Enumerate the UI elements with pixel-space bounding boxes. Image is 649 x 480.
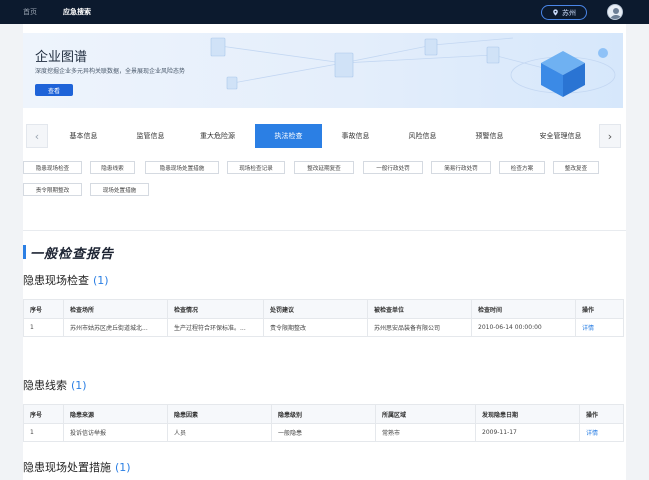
section-count: (1) — [115, 461, 131, 474]
chevron-right-icon: › — [607, 129, 613, 143]
city-label: 苏州 — [562, 8, 576, 17]
table-cell: 苏州思安品装备有限公司 — [367, 318, 472, 337]
table-cell: 一般隐患 — [271, 423, 376, 442]
table-cell: 1 — [23, 423, 64, 442]
tag-general-penalty[interactable]: 一般行政处罚 — [363, 161, 423, 174]
location-pin-icon — [553, 9, 558, 16]
detail-link[interactable]: 详情 — [579, 423, 624, 442]
section-count: (1) — [93, 274, 109, 287]
column-header: 被检查单位 — [367, 299, 472, 319]
column-header: 隐患来源 — [63, 404, 168, 424]
column-header: 序号 — [23, 299, 64, 319]
table-cell: 生产过程符合环保标准。... — [167, 318, 264, 337]
heading-accent-bar — [23, 245, 26, 259]
user-avatar-icon — [610, 8, 622, 19]
tag-hazard-clues[interactable]: 隐患线索 — [90, 161, 135, 174]
user-avatar[interactable] — [607, 4, 623, 20]
table-cell: 责令限期整改 — [263, 318, 368, 337]
tag-simple-penalty[interactable]: 简易行政处罚 — [431, 161, 491, 174]
column-header: 检查场所 — [63, 299, 168, 319]
divider — [23, 230, 626, 231]
tag-rectification-extension[interactable]: 整改延期复查 — [294, 161, 354, 174]
tab-major-hazard[interactable]: 重大危险源 — [184, 124, 251, 148]
chevron-left-icon: ‹ — [34, 129, 40, 143]
tabs-prev-button[interactable]: ‹ — [26, 124, 48, 148]
banner-view-button[interactable]: 查看 — [35, 84, 73, 96]
table-header-row: 序号 检查场所 检查情况 处罚建议 被检查单位 检查时间 操作 — [23, 299, 624, 319]
column-header: 发现隐患日期 — [475, 404, 580, 424]
tab-law-enforcement[interactable]: 执法检查 — [255, 124, 322, 148]
section-title-text: 隐患线索 — [23, 379, 67, 392]
nav-home-link[interactable]: 首页 — [23, 7, 37, 17]
table-header-row: 序号 隐患来源 隐患因素 隐患级别 所属区域 发现隐患日期 操作 — [23, 404, 624, 424]
tag-order-rectification[interactable]: 责令限期整改 — [23, 183, 82, 196]
table-cell: 投诉信访举报 — [63, 423, 168, 442]
category-tabs: ‹ 基本信息 监管信息 重大危险源 执法检查 事故信息 风险信息 预警信息 安全… — [23, 124, 626, 148]
detail-link[interactable]: 详情 — [575, 318, 624, 337]
table-cell: 1 — [23, 318, 64, 337]
table-cell: 苏州市姑苏区虎丘街道城北... — [63, 318, 168, 337]
main-content: 企业图谱 深度挖掘企业多元异构关联数据，全景展现企业风险态势 查看 ‹ 基本信息… — [23, 24, 626, 480]
column-header: 隐患因素 — [167, 404, 272, 424]
column-header: 隐患级别 — [271, 404, 376, 424]
column-header: 处罚建议 — [263, 299, 368, 319]
tag-rectification-review[interactable]: 整改复查 — [553, 161, 599, 174]
section-title-measures: 隐患现场处置措施 (1) — [23, 459, 131, 475]
report-heading: 一般检查报告 — [23, 244, 115, 262]
enterprise-graph-banner: 企业图谱 深度挖掘企业多元异构关联数据，全景展现企业风险态势 查看 — [23, 33, 623, 108]
tab-risk-info[interactable]: 风险信息 — [389, 124, 456, 148]
clues-table: 序号 隐患来源 隐患因素 隐患级别 所属区域 发现隐患日期 操作 1 投诉信访举… — [23, 404, 624, 442]
top-nav-bar: 首页 应急搜索 苏州 — [0, 0, 649, 24]
city-selector-button[interactable]: 苏州 — [541, 5, 587, 20]
table-cell: 2009-11-17 — [475, 423, 580, 442]
column-header: 检查情况 — [167, 299, 264, 319]
banner-subtitle: 深度挖掘企业多元异构关联数据，全景展现企业风险态势 — [35, 68, 186, 75]
network-graph-illustration — [210, 37, 616, 97]
table-row: 1 苏州市姑苏区虎丘街道城北... 生产过程符合环保标准。... 责令限期整改 … — [23, 318, 624, 337]
tab-accident-info[interactable]: 事故信息 — [322, 124, 389, 148]
table-cell: 人员 — [167, 423, 272, 442]
section-title-text: 隐患现场处置措施 — [23, 461, 111, 474]
table-cell: 常熟市 — [375, 423, 476, 442]
tab-safety-management[interactable]: 安全管理信息 — [527, 124, 594, 148]
tag-site-inspection-record[interactable]: 现场检查记录 — [227, 161, 285, 174]
tab-warning-info[interactable]: 预警信息 — [456, 124, 523, 148]
column-header: 检查时间 — [471, 299, 576, 319]
tabs-next-button[interactable]: › — [599, 124, 621, 148]
table-row: 1 投诉信访举报 人员 一般隐患 常熟市 2009-11-17 详情 — [23, 423, 624, 442]
tag-hazard-site-inspection[interactable]: 隐患现场检查 — [23, 161, 82, 174]
column-header: 操作 — [575, 299, 624, 319]
tag-site-measures[interactable]: 现场处置措施 — [90, 183, 149, 196]
tab-supervision-info[interactable]: 监管信息 — [117, 124, 184, 148]
banner-title: 企业图谱 — [35, 50, 88, 65]
section-title-clues: 隐患线索 (1) — [23, 377, 87, 393]
column-header: 所属区域 — [375, 404, 476, 424]
section-title-text: 隐患现场检查 — [23, 274, 89, 287]
nav-emergency-search-link[interactable]: 应急搜索 — [63, 7, 91, 17]
section-title-inspection: 隐患现场检查 (1) — [23, 272, 109, 288]
tab-basic-info[interactable]: 基本信息 — [50, 124, 117, 148]
tag-inspection-plan[interactable]: 检查方案 — [499, 161, 545, 174]
column-header: 操作 — [579, 404, 624, 424]
section-count: (1) — [71, 379, 87, 392]
tag-hazard-site-measures[interactable]: 隐患现场处置措施 — [145, 161, 219, 174]
inspection-table: 序号 检查场所 检查情况 处罚建议 被检查单位 检查时间 操作 1 苏州市姑苏区… — [23, 299, 624, 337]
report-title: 一般检查报告 — [30, 246, 115, 262]
column-header: 序号 — [23, 404, 64, 424]
table-cell: 2010-06-14 00:00:00 — [471, 318, 576, 337]
